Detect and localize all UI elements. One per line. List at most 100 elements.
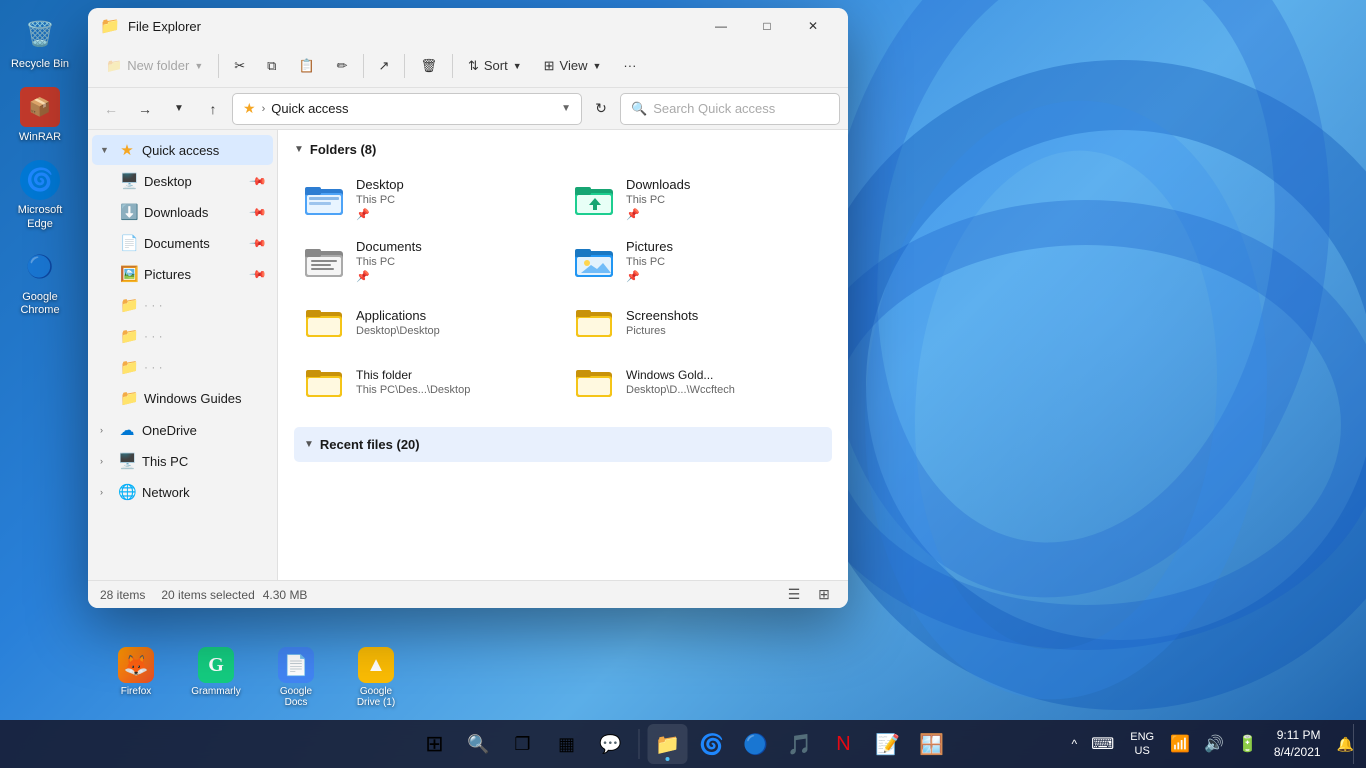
network-icon[interactable]: 📶 — [1166, 730, 1194, 758]
address-box[interactable]: ★ › Quick access ▼ — [232, 93, 582, 125]
system-tray-expand[interactable]: ^ — [1068, 733, 1082, 755]
google-chrome-label: Google Chrome — [8, 291, 72, 317]
sidebar-item-extra3[interactable]: 📁 · · · — [92, 352, 273, 382]
sidebar-item-network[interactable]: › 🌐 Network — [92, 477, 273, 507]
cut-button[interactable]: ✂ — [224, 49, 255, 83]
path-chevron: › — [262, 103, 266, 115]
pictures-folder-pin: 📌 — [626, 270, 673, 283]
list-view-button[interactable]: ☰ — [782, 584, 806, 606]
bottom-icon-grammarly[interactable]: G Grammarly — [184, 643, 248, 712]
sidebar-item-extra2[interactable]: 📁 · · · — [92, 321, 273, 351]
refresh-button[interactable]: ↻ — [586, 94, 616, 124]
sort-button[interactable]: ⇅ Sort ▼ — [458, 49, 532, 83]
search-placeholder: Search Quick access — [653, 101, 775, 116]
desktop-folder-pin: 📌 — [356, 208, 404, 221]
battery-icon[interactable]: 🔋 — [1234, 730, 1262, 758]
task-view-button[interactable]: ❐ — [503, 724, 543, 764]
recent-locations-button[interactable]: ▼ — [164, 94, 194, 124]
forward-button[interactable]: → — [130, 94, 160, 124]
close-button[interactable]: ✕ — [790, 10, 836, 42]
desktop-icon-area: 🗑️ Recycle Bin 📦 WinRAR 🌀 Microsoft Edge… — [0, 0, 80, 720]
sidebar-item-onedrive[interactable]: › ☁ OneDrive — [92, 415, 273, 445]
desktop-icon-google-chrome[interactable]: 🔵 Google Chrome — [4, 243, 76, 321]
folder-item-pictures[interactable]: Pictures This PC 📌 — [564, 231, 832, 291]
sidebar-item-windows-guides[interactable]: 📁 Windows Guides — [92, 383, 273, 413]
bottom-icon-firefox[interactable]: 🦊 Firefox — [104, 643, 168, 712]
folder-item-documents[interactable]: Documents This PC 📌 — [294, 231, 562, 291]
taskbar-ms-account[interactable]: 🪟 — [912, 724, 952, 764]
folder-item-applications[interactable]: Applications Desktop\Desktop — [294, 293, 562, 351]
folder-item-wccftech[interactable]: Windows Gold... Desktop\D...\Wccftech — [564, 353, 832, 411]
sidebar-item-documents[interactable]: 📄 Documents 📌 — [92, 228, 273, 258]
applications-folder-icon — [304, 301, 346, 343]
sidebar-item-this-pc[interactable]: › 🖥️ This PC — [92, 446, 273, 476]
file-explorer-window: 📁 File Explorer — □ ✕ 📁 New folder ▼ ✂ ⧉… — [88, 8, 848, 608]
search-box[interactable]: 🔍 Search Quick access — [620, 93, 840, 125]
onedrive-icon: ☁ — [118, 421, 136, 439]
delete-button[interactable]: 🗑 — [410, 49, 447, 83]
extra1-nav-icon: 📁 — [120, 296, 138, 314]
bottom-icon-google-docs[interactable]: 📄 Google Docs — [264, 643, 328, 712]
show-desktop-button[interactable] — [1353, 724, 1358, 764]
grid-view-button[interactable]: ⊞ — [812, 584, 836, 606]
minimize-button[interactable]: — — [698, 10, 744, 42]
language-indicator[interactable]: ENGUS — [1124, 728, 1160, 761]
taskbar-spotify[interactable]: 🎵 — [780, 724, 820, 764]
taskbar-file-explorer[interactable]: 📁 — [648, 724, 688, 764]
folders-section-header[interactable]: ▼ Folders (8) — [294, 142, 832, 157]
downloads-folder-name: Downloads — [626, 177, 690, 192]
view-button[interactable]: ⊞ View ▼ — [534, 49, 612, 83]
maximize-button[interactable]: □ — [744, 10, 790, 42]
taskbar-clock[interactable]: 9:11 PM 8/4/2021 — [1268, 727, 1327, 761]
sort-icon: ⇅ — [468, 58, 479, 74]
desktop-icon-winrar[interactable]: 📦 WinRAR — [4, 83, 76, 148]
documents-folder-path: This PC — [356, 256, 422, 268]
sidebar-item-pictures[interactable]: 🖼️ Pictures 📌 — [92, 259, 273, 289]
folder-item-this-folder[interactable]: This folder This PC\Des...\Desktop — [294, 353, 562, 411]
up-button[interactable]: ↑ — [198, 94, 228, 124]
folder-item-downloads[interactable]: Downloads This PC 📌 — [564, 169, 832, 229]
start-button[interactable]: ⊞ — [415, 724, 455, 764]
windows-guides-nav-icon: 📁 — [120, 389, 138, 407]
documents-nav-icon: 📄 — [120, 234, 138, 252]
widgets-button[interactable]: ▦ — [547, 724, 587, 764]
chat-button[interactable]: 💬 — [591, 724, 631, 764]
desktop-icon-recycle-bin[interactable]: 🗑️ Recycle Bin — [4, 10, 76, 75]
sidebar-item-quick-access[interactable]: ▼ ★ Quick access — [92, 135, 273, 165]
share-button[interactable]: ↗ — [369, 49, 400, 83]
new-folder-button[interactable]: 📁 New folder ▼ — [96, 49, 213, 83]
applications-folder-path: Desktop\Desktop — [356, 325, 440, 337]
folder-item-screenshots[interactable]: Screenshots Pictures — [564, 293, 832, 351]
sidebar-item-extra1[interactable]: 📁 · · · — [92, 290, 273, 320]
taskbar-chrome[interactable]: 🔵 — [736, 724, 776, 764]
touch-keyboard-button[interactable]: ⌨ — [1087, 730, 1118, 758]
copy-button[interactable]: ⧉ — [257, 49, 286, 83]
volume-icon[interactable]: 🔊 — [1200, 730, 1228, 758]
bottom-icon-google-drive[interactable]: ▲ Google Drive (1) — [344, 643, 408, 712]
search-taskbar-button[interactable]: 🔍 — [459, 724, 499, 764]
sidebar-item-downloads[interactable]: ⬇️ Downloads 📌 — [92, 197, 273, 227]
folders-chevron-icon: ▼ — [294, 144, 304, 155]
pictures-nav-icon: 🖼️ — [120, 265, 138, 283]
taskbar-edge[interactable]: 🌀 — [692, 724, 732, 764]
quick-access-star-icon: ★ — [118, 141, 136, 159]
sidebar-item-desktop[interactable]: 🖥️ Desktop 📌 — [92, 166, 273, 196]
downloads-nav-icon: ⬇️ — [120, 203, 138, 221]
more-button[interactable]: ··· — [613, 49, 646, 83]
taskbar-word[interactable]: 📝 — [868, 724, 908, 764]
desktop-folder-info: Desktop This PC 📌 — [356, 177, 404, 221]
paste-button[interactable]: 📋 — [288, 49, 324, 83]
winrar-label: WinRAR — [19, 131, 61, 144]
window-controls: — □ ✕ — [698, 10, 836, 42]
back-button[interactable]: ← — [96, 94, 126, 124]
folder-item-desktop[interactable]: Desktop This PC 📌 — [294, 169, 562, 229]
toolbar-separator-3 — [404, 54, 405, 78]
explorer-app-icon: 📁 — [100, 16, 120, 36]
rename-button[interactable]: ✏ — [327, 49, 358, 83]
screenshots-folder-name: Screenshots — [626, 308, 698, 323]
taskbar-netflix[interactable]: N — [824, 724, 864, 764]
recent-files-section-header[interactable]: ▼ Recent files (20) — [294, 427, 832, 462]
quick-access-expand-icon: ▼ — [100, 145, 112, 155]
downloads-folder-info: Downloads This PC 📌 — [626, 177, 690, 221]
desktop-icon-ms-edge[interactable]: 🌀 Microsoft Edge — [4, 156, 76, 234]
